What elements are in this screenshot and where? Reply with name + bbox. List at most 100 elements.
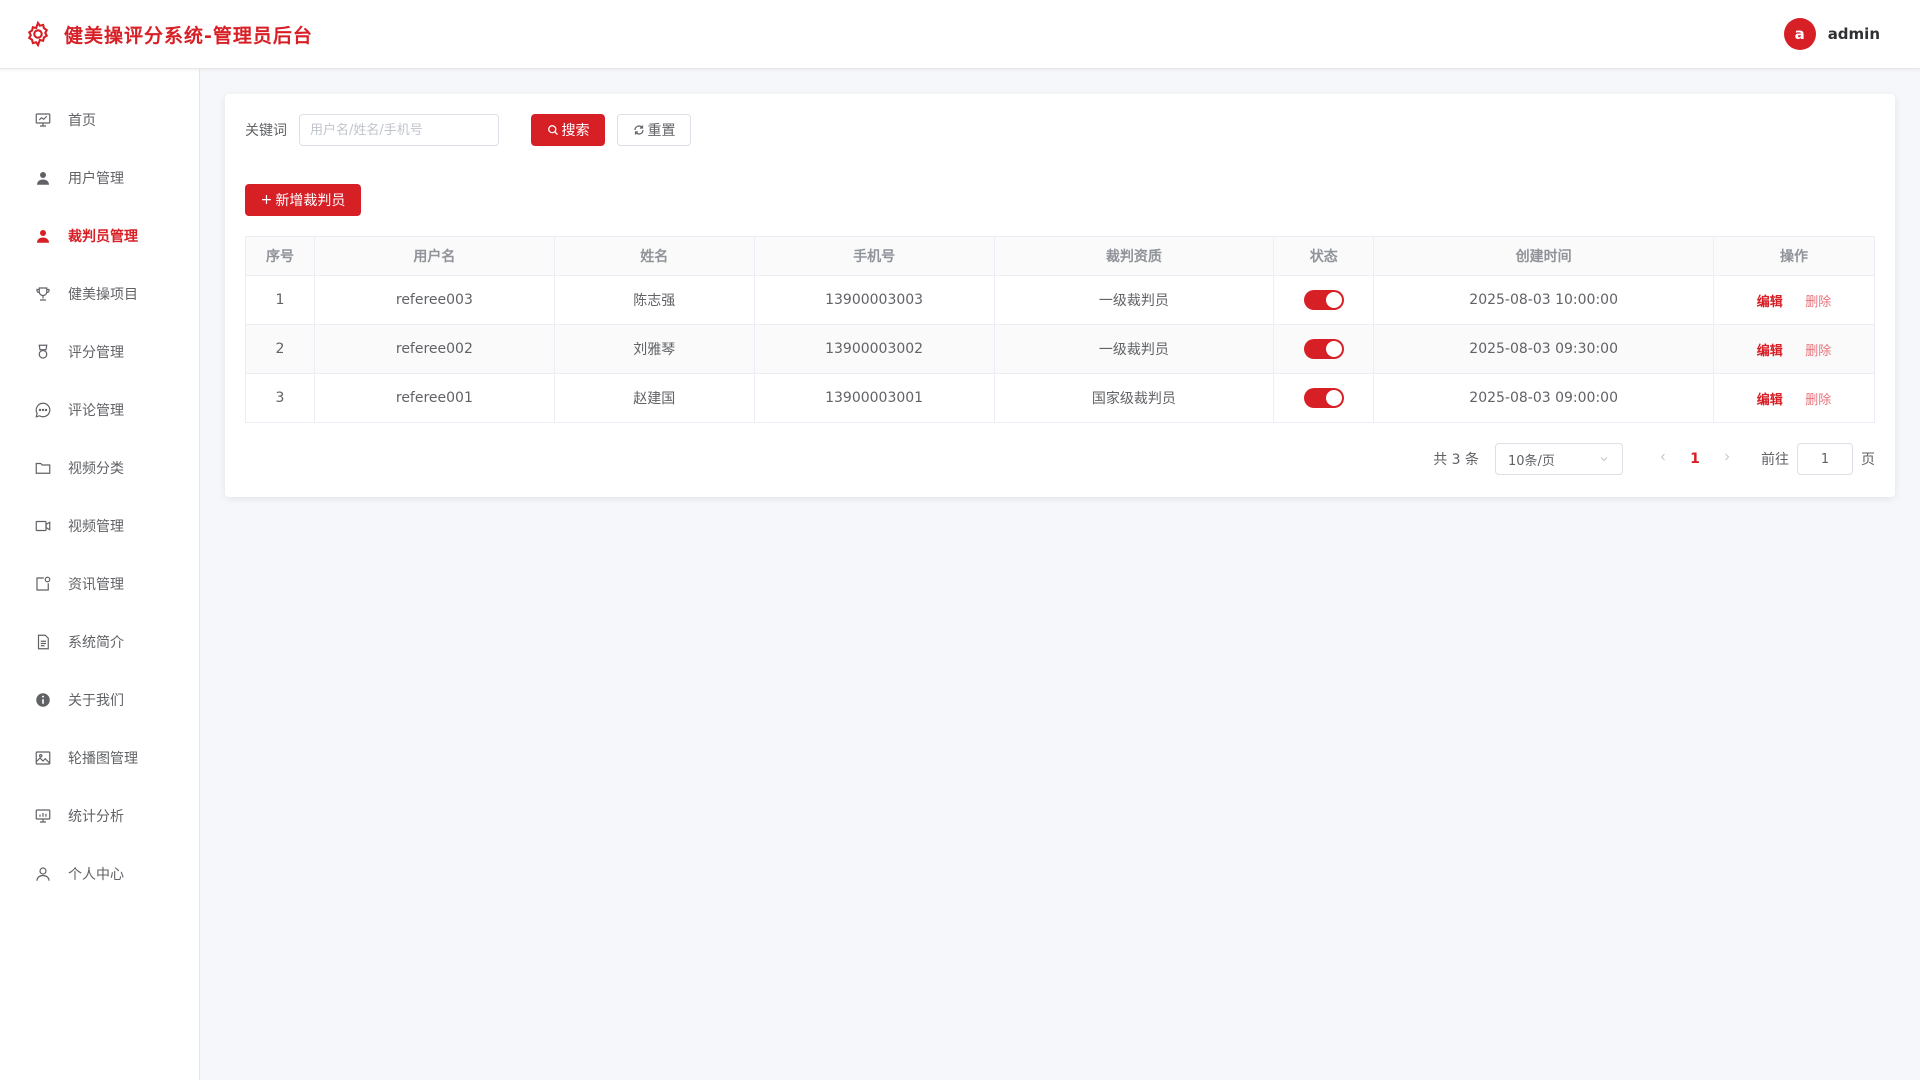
sidebar-item-label: 轮播图管理 [68, 751, 138, 767]
column-header: 操作 [1713, 236, 1875, 276]
cell-qualification: 一级裁判员 [993, 324, 1275, 374]
page-number-current[interactable]: 1 [1679, 451, 1711, 467]
cell-created: 2025-08-03 09:00:00 [1373, 373, 1715, 423]
sidebar-item-label: 评论管理 [68, 403, 124, 419]
top-header: 健美操评分系统-管理员后台 a admin [0, 0, 1920, 69]
delete-button[interactable]: 删除 [1805, 295, 1831, 310]
add-referee-button[interactable]: + 新增裁判员 [245, 184, 361, 216]
sidebar-item-label: 视频管理 [68, 519, 124, 535]
sidebar-item-referees[interactable]: 裁判员管理 [0, 207, 199, 265]
keyword-input[interactable] [299, 114, 499, 146]
sidebar-item-news[interactable]: 资讯管理 [0, 555, 199, 613]
page-size-select[interactable]: 10条/页 [1495, 443, 1623, 475]
cell-username: referee001 [313, 373, 555, 423]
status-switch[interactable] [1303, 290, 1344, 310]
cell-phone: 13900003003 [753, 275, 995, 325]
cell-actions: 编辑 删除 [1713, 324, 1875, 374]
sidebar-item-label: 资讯管理 [68, 577, 124, 593]
column-header: 创建时间 [1373, 236, 1715, 276]
referee-user-icon [37, 230, 49, 243]
medal-icon [38, 344, 48, 359]
user-menu[interactable]: a admin [1783, 18, 1880, 50]
delete-button[interactable]: 删除 [1805, 344, 1831, 359]
sidebar-item-label: 健美操项目 [68, 287, 138, 303]
referee-table: 序号 用户名 姓名 手机号 裁判资质 状态 创建时间 操作 1 referee0… [245, 236, 1875, 423]
search-bar: 关键词 搜索 重置 [245, 114, 1875, 146]
column-header: 手机号 [753, 236, 995, 276]
avatar[interactable]: a [1783, 18, 1816, 50]
cell-index: 2 [245, 324, 315, 374]
goto-page-input[interactable] [1797, 443, 1853, 475]
sidebar-item-scoring[interactable]: 评分管理 [0, 323, 199, 381]
edit-button[interactable]: 编辑 [1757, 295, 1783, 310]
search-button[interactable]: 搜索 [531, 114, 605, 146]
sidebar-item-label: 关于我们 [68, 693, 124, 709]
document-icon [37, 634, 49, 650]
edit-button[interactable]: 编辑 [1757, 344, 1783, 359]
prev-page-button[interactable] [1647, 451, 1679, 467]
status-switch[interactable] [1303, 388, 1344, 408]
chart-board-icon [35, 809, 51, 823]
sidebar-item-carousel[interactable]: 轮播图管理 [0, 729, 199, 787]
reset-button[interactable]: 重置 [617, 114, 691, 146]
trophy-icon [36, 287, 50, 301]
column-header: 姓名 [553, 236, 755, 276]
cell-status [1273, 373, 1375, 423]
cell-created: 2025-08-03 10:00:00 [1373, 275, 1715, 325]
sidebar-item-aerobics-projects[interactable]: 健美操项目 [0, 265, 199, 323]
cell-qualification: 一级裁判员 [993, 275, 1275, 325]
sidebar-item-about-us[interactable]: 关于我们 [0, 671, 199, 729]
person-outline-icon [36, 867, 50, 881]
cell-name: 陈志强 [553, 275, 755, 325]
sidebar-item-profile[interactable]: 个人中心 [0, 845, 199, 903]
cell-name: 刘雅琴 [553, 324, 755, 374]
sidebar-item-home[interactable]: 首页 [0, 91, 199, 149]
total-count: 共 3 条 [1433, 452, 1479, 468]
sidebar-item-users[interactable]: 用户管理 [0, 149, 199, 207]
next-page-button[interactable] [1711, 451, 1743, 467]
table-row: 1 referee003 陈志强 13900003003 一级裁判员 2025-… [245, 275, 1875, 325]
goto-suffix: 页 [1861, 452, 1875, 468]
cell-created: 2025-08-03 09:30:00 [1373, 324, 1715, 374]
presentation-board-icon [35, 113, 51, 127]
folder-icon [35, 462, 51, 474]
sidebar-item-label: 用户管理 [68, 171, 124, 187]
app-title: 健美操评分系统-管理员后台 [64, 24, 313, 47]
sidebar-item-system-intro[interactable]: 系统简介 [0, 613, 199, 671]
picture-icon [35, 751, 51, 765]
sidebar-item-label: 统计分析 [68, 809, 124, 825]
video-camera-icon [35, 520, 51, 532]
cell-qualification: 国家级裁判员 [993, 373, 1275, 423]
username[interactable]: admin [1828, 25, 1880, 43]
goto-label: 前往 [1761, 452, 1789, 468]
cell-phone: 13900003001 [753, 373, 995, 423]
column-header: 用户名 [313, 236, 555, 276]
sidebar-item-label: 评分管理 [68, 345, 124, 361]
sidebar-item-label: 系统简介 [68, 635, 124, 651]
cell-username: referee002 [313, 324, 555, 374]
sidebar-item-statistics[interactable]: 统计分析 [0, 787, 199, 845]
sidebar-item-videos[interactable]: 视频管理 [0, 497, 199, 555]
refresh-icon [633, 125, 644, 135]
page-size-value: 10条/页 [1508, 453, 1555, 469]
chevron-left-icon [1660, 453, 1665, 461]
sidebar-item-label: 个人中心 [68, 867, 124, 883]
cell-status [1273, 324, 1375, 374]
table-header-row: 序号 用户名 姓名 手机号 裁判资质 状态 创建时间 操作 [245, 236, 1875, 276]
brand: 健美操评分系统-管理员后台 [24, 20, 313, 48]
table-row: 2 referee002 刘雅琴 13900003002 一级裁判员 2025-… [245, 324, 1875, 374]
delete-button[interactable]: 删除 [1805, 393, 1831, 408]
search-icon [547, 125, 558, 135]
column-header: 状态 [1273, 236, 1375, 276]
cell-index: 3 [245, 373, 315, 423]
edit-button[interactable]: 编辑 [1757, 393, 1783, 408]
keyword-label: 关键词 [245, 123, 287, 139]
sidebar-item-video-categories[interactable]: 视频分类 [0, 439, 199, 497]
sidebar-item-comments[interactable]: 评论管理 [0, 381, 199, 439]
cell-actions: 编辑 删除 [1713, 373, 1875, 423]
cell-index: 1 [245, 275, 315, 325]
reset-button-label: 重置 [647, 123, 676, 139]
gear-icon [27, 20, 49, 48]
sidebar-item-label: 首页 [68, 113, 96, 129]
status-switch[interactable] [1303, 339, 1344, 359]
